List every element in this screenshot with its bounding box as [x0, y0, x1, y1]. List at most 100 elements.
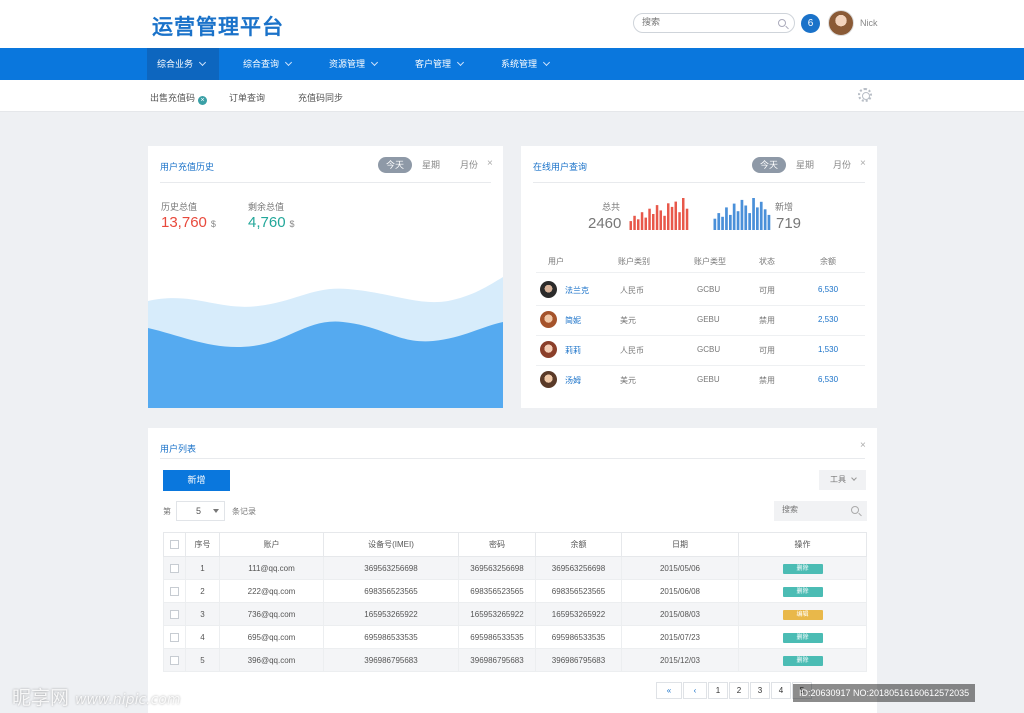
subnav-tab-sync[interactable]: 充值码同步 [298, 91, 343, 104]
avatar[interactable] [540, 341, 557, 358]
nav-item-business[interactable]: 综合业务 [147, 48, 219, 80]
page-size-suffix: 条记录 [232, 507, 256, 516]
spark-bar [674, 201, 677, 230]
delete-button[interactable]: 删除 [782, 586, 823, 597]
user-name-link[interactable]: 莉莉 [565, 345, 581, 356]
account-category: 美元 [620, 376, 636, 385]
page-button[interactable]: 3 [750, 682, 770, 699]
global-search[interactable] [633, 13, 795, 33]
col-header-balance: 余额 [535, 532, 622, 557]
notification-badge[interactable]: 6 [801, 14, 820, 33]
search-icon[interactable] [778, 19, 786, 27]
first-page-button[interactable]: « [656, 682, 682, 699]
row-checkbox[interactable] [170, 609, 179, 619]
account-category: 人民币 [620, 346, 644, 355]
page-size-select[interactable]: 5 [176, 501, 225, 521]
select-all-checkbox[interactable] [170, 540, 179, 550]
subnav-tab-sell-codes[interactable]: 出售充值码 × [150, 91, 208, 105]
balance-value: 1,530 [818, 345, 839, 354]
col-header-password: 密码 [458, 532, 536, 557]
divider [536, 335, 865, 336]
search-input[interactable] [642, 17, 772, 27]
balance-cell: 165953265922 [535, 602, 622, 626]
row-index: 5 [185, 648, 220, 672]
spark-bar [736, 211, 740, 230]
avatar[interactable] [540, 281, 557, 298]
chevron-down-icon [370, 58, 379, 67]
date-cell: 2015/07/23 [621, 625, 739, 649]
spark-bar [633, 215, 636, 230]
nav-item-system[interactable]: 系统管理 [491, 48, 563, 80]
top-header: 运营管理平台 6 Nick [0, 0, 1024, 48]
action-cell: 编辑 [738, 602, 867, 626]
user-table: 序号 账户 设备号(IMEI) 密码 余额 日期 操作 1 111@qq.com 3… [163, 532, 867, 672]
spark-bar [685, 208, 689, 230]
user-name-link[interactable]: 法兰克 [565, 285, 589, 296]
delete-button[interactable]: 删除 [782, 563, 823, 574]
account-cell: 736@qq.com [219, 602, 324, 626]
nav-item-query[interactable]: 综合查询 [233, 48, 305, 80]
user-name[interactable]: Nick [860, 18, 878, 28]
row-checkbox[interactable] [170, 563, 179, 573]
spark-bar [659, 210, 662, 230]
row-checkbox[interactable] [170, 586, 179, 596]
chevron-down-icon [542, 58, 551, 67]
subnav-tab-orders[interactable]: 订单查询 [229, 91, 265, 104]
account-type: GEBU [697, 315, 720, 324]
app-logo[interactable]: 运营管理平台 [152, 11, 284, 41]
close-icon[interactable]: × [860, 158, 866, 169]
add-button[interactable]: 新增 [163, 470, 230, 491]
spark-bar [725, 207, 728, 230]
spark-bar [756, 207, 759, 230]
spark-bar [670, 206, 674, 230]
divider [536, 305, 865, 306]
action-cell: 删除 [738, 625, 867, 649]
search-icon[interactable] [851, 506, 859, 514]
row-checkbox[interactable] [170, 655, 179, 665]
tools-dropdown[interactable]: 工具 [819, 470, 866, 490]
select-cell [163, 602, 186, 626]
avatar[interactable] [540, 311, 557, 328]
spark-bar [640, 212, 644, 230]
spark-bar [763, 209, 767, 230]
page-button[interactable]: 2 [729, 682, 749, 699]
page-button[interactable]: 4 [771, 682, 791, 699]
imei-cell: 165953265922 [323, 602, 459, 626]
user-name-link[interactable]: 简妮 [565, 315, 581, 326]
spark-bar [652, 214, 655, 230]
delete-button[interactable]: 删除 [782, 655, 823, 666]
date-cell: 2015/05/06 [621, 556, 739, 580]
prev-page-button[interactable]: ‹ [683, 682, 707, 699]
user-avatar[interactable] [828, 10, 854, 36]
new-value: 719 [776, 215, 802, 232]
table-search-input[interactable] [782, 505, 842, 514]
close-icon[interactable]: × [198, 96, 208, 105]
spark-bar [721, 216, 724, 230]
status-text: 可用 [759, 346, 775, 355]
tab-today[interactable]: 今天 [752, 157, 787, 173]
page-size-value: 5 [196, 506, 202, 516]
table-row: 1 111@qq.com 369563256698 369563256698 36956… [163, 556, 867, 580]
nav-item-resources[interactable]: 资源管理 [319, 48, 391, 80]
password-cell: 695986533535 [458, 625, 536, 649]
tab-month[interactable]: 月份 [825, 157, 859, 173]
table-header-row: 序号 账户 设备号(IMEI) 密码 余额 日期 操作 [163, 532, 867, 557]
balance-cell: 369563256698 [535, 556, 622, 580]
account-type: GEBU [697, 375, 720, 384]
edit-button[interactable]: 编辑 [782, 609, 823, 620]
table-row: 2 222@qq.com 698356523565 698356523565 69835… [163, 579, 867, 603]
spark-bar [655, 205, 659, 230]
nav-item-customers[interactable]: 客户管理 [405, 48, 477, 80]
gear-icon[interactable] [858, 88, 872, 102]
user-name-link[interactable]: 汤姆 [565, 375, 581, 386]
recharge-history-card: 用户充值历史 今天 星期 月份 × 历史总值 13,760 $ 剩余总值 4,76… [148, 146, 503, 408]
delete-button[interactable]: 删除 [782, 632, 823, 643]
row-checkbox[interactable] [170, 632, 179, 642]
tab-week[interactable]: 星期 [788, 157, 822, 173]
imei-cell: 695986533535 [323, 625, 459, 649]
table-search[interactable] [774, 501, 867, 521]
user-table-body: 1 111@qq.com 369563256698 369563256698 36956… [163, 556, 867, 672]
page-button[interactable]: 1 [708, 682, 728, 699]
avatar[interactable] [540, 371, 557, 388]
close-icon[interactable]: × [860, 440, 866, 451]
